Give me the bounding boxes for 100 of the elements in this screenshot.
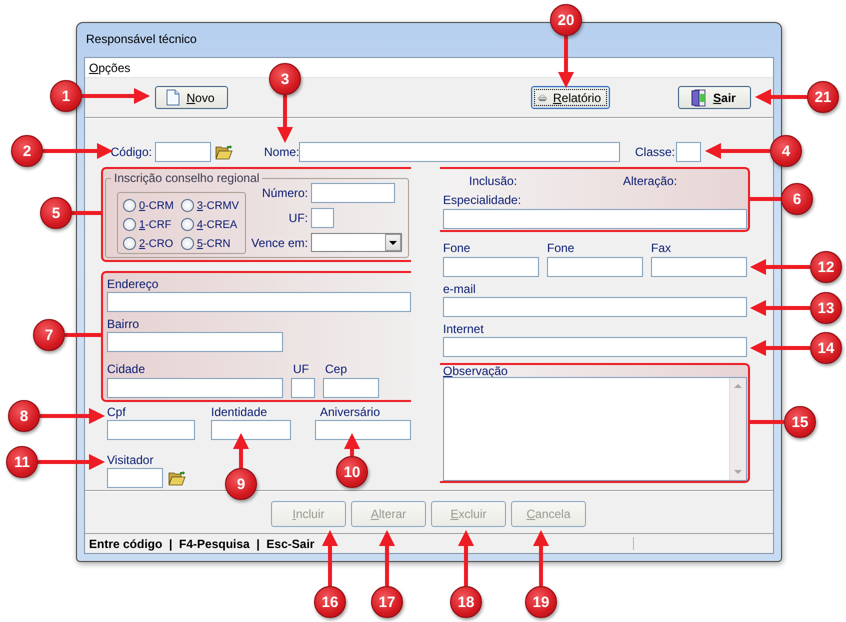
callout-arrow — [705, 143, 770, 159]
callout-badge: 14 — [810, 332, 842, 364]
field-label: Cep — [325, 362, 348, 376]
group-title: Inscrição conselho regional — [114, 171, 260, 185]
address-field[interactable] — [107, 292, 411, 312]
callout-badge: 17 — [371, 586, 403, 618]
city-field[interactable] — [107, 378, 283, 398]
phone-field[interactable] — [547, 257, 643, 277]
field-label: Internet — [443, 322, 485, 336]
radio-button[interactable] — [180, 237, 194, 250]
leader-line — [72, 211, 101, 215]
callout-arrow — [558, 36, 574, 88]
door-icon — [691, 88, 708, 106]
field-label: Cidade — [107, 362, 146, 376]
email-field[interactable] — [443, 297, 747, 317]
radio-label[interactable]: 0-CRM — [139, 200, 174, 212]
class-field[interactable] — [676, 142, 701, 162]
radio-label[interactable]: 4-CREA — [196, 218, 238, 230]
state-field[interactable] — [311, 208, 334, 228]
callout-badge: 20 — [550, 4, 582, 36]
identity-field[interactable] — [211, 420, 291, 440]
phone-field[interactable] — [443, 257, 539, 277]
birthday-field[interactable] — [315, 420, 411, 440]
district-field[interactable] — [107, 332, 283, 352]
callout-arrow — [755, 89, 807, 105]
dropdown-button[interactable] — [385, 234, 401, 251]
callout-arrow — [277, 95, 293, 143]
callout-badge: 6 — [781, 183, 813, 215]
callout-arrow — [82, 88, 150, 104]
callout-badge: 11 — [6, 446, 38, 478]
callout-arrow — [43, 143, 113, 159]
callout-arrow — [533, 530, 549, 586]
radio-button[interactable] — [180, 199, 194, 212]
callout-badge: 18 — [450, 586, 482, 618]
field-label: Aniversário — [320, 405, 382, 419]
field-label: Nome: — [264, 145, 296, 159]
state-field[interactable] — [291, 378, 315, 398]
folder-icon[interactable] — [168, 470, 186, 486]
website-field[interactable] — [443, 337, 747, 357]
fax-field[interactable] — [651, 257, 747, 277]
callout-badge: 2 — [11, 135, 43, 167]
visitor-field[interactable] — [107, 468, 163, 488]
field-label: Vence em: — [251, 236, 308, 250]
callout-arrow — [322, 530, 338, 586]
scrollbar[interactable] — [729, 378, 746, 480]
name-field[interactable] — [299, 142, 620, 162]
field-label: Classe: — [635, 145, 673, 159]
callout-arrow — [38, 454, 105, 470]
toolbar-button[interactable]: Novo — [155, 86, 228, 109]
callout-arrow — [344, 433, 360, 456]
callout-badge: 1 — [50, 80, 82, 112]
callout-badge: 7 — [33, 319, 65, 351]
window-title: Responsável técnico — [86, 32, 197, 46]
number-field[interactable] — [311, 183, 395, 203]
cpf-field[interactable] — [107, 420, 195, 440]
toolbar-button[interactable]: Relatório — [531, 86, 610, 109]
callout-badge: 4 — [770, 135, 802, 167]
radio-label[interactable]: 1-CRF — [139, 218, 172, 230]
code-field[interactable] — [155, 142, 211, 162]
callout-badge: 21 — [807, 81, 839, 113]
field-label: UF: — [288, 211, 308, 225]
callout-badge: 5 — [40, 197, 72, 229]
notes-field[interactable] — [443, 377, 747, 481]
radio-label[interactable]: 5-CRN — [196, 238, 230, 250]
callout-arrow — [458, 530, 474, 586]
radio-button[interactable] — [123, 237, 136, 250]
zip-field[interactable] — [323, 378, 379, 398]
leader-line — [750, 420, 784, 424]
callout-badge: 19 — [525, 586, 557, 618]
callout-arrow — [40, 408, 105, 424]
field-label: Identidade — [211, 405, 268, 419]
leader-line — [750, 197, 781, 201]
field-label: UF — [293, 362, 310, 376]
field-label: Código: — [110, 145, 152, 159]
radio-button[interactable] — [180, 218, 194, 231]
radio-button[interactable] — [123, 199, 136, 212]
radio-button[interactable] — [123, 218, 136, 231]
callout-arrow — [750, 259, 810, 275]
menu-item[interactable]: Opções — [89, 60, 130, 74]
callout-badge: 13 — [810, 292, 842, 324]
callout-arrow — [379, 530, 395, 586]
field-label: Cpf — [107, 405, 127, 419]
field-label: e-mail — [443, 282, 477, 296]
status-text: Entre código | F4-Pesquisa | Esc-Sair — [89, 536, 314, 550]
field-label: Número: — [262, 186, 308, 200]
specialty-field[interactable] — [443, 209, 747, 229]
field-label: Especialidade: — [443, 193, 522, 207]
field-label: Fone — [443, 241, 472, 255]
document-icon — [166, 89, 180, 106]
radio-label[interactable]: 3-CRMV — [196, 200, 240, 212]
field-label: Endereço — [107, 277, 160, 291]
field-label: Alteração: — [623, 174, 678, 188]
date-dropdown[interactable] — [311, 233, 402, 252]
callout-badge: 12 — [810, 251, 842, 283]
callout-badge: 8 — [8, 400, 40, 432]
leader-line — [65, 333, 101, 337]
folder-icon[interactable] — [215, 144, 233, 160]
callout-badge: 15 — [784, 406, 816, 438]
radio-label[interactable]: 2-CRO — [139, 238, 174, 250]
toolbar-button[interactable]: Sair — [678, 86, 751, 109]
